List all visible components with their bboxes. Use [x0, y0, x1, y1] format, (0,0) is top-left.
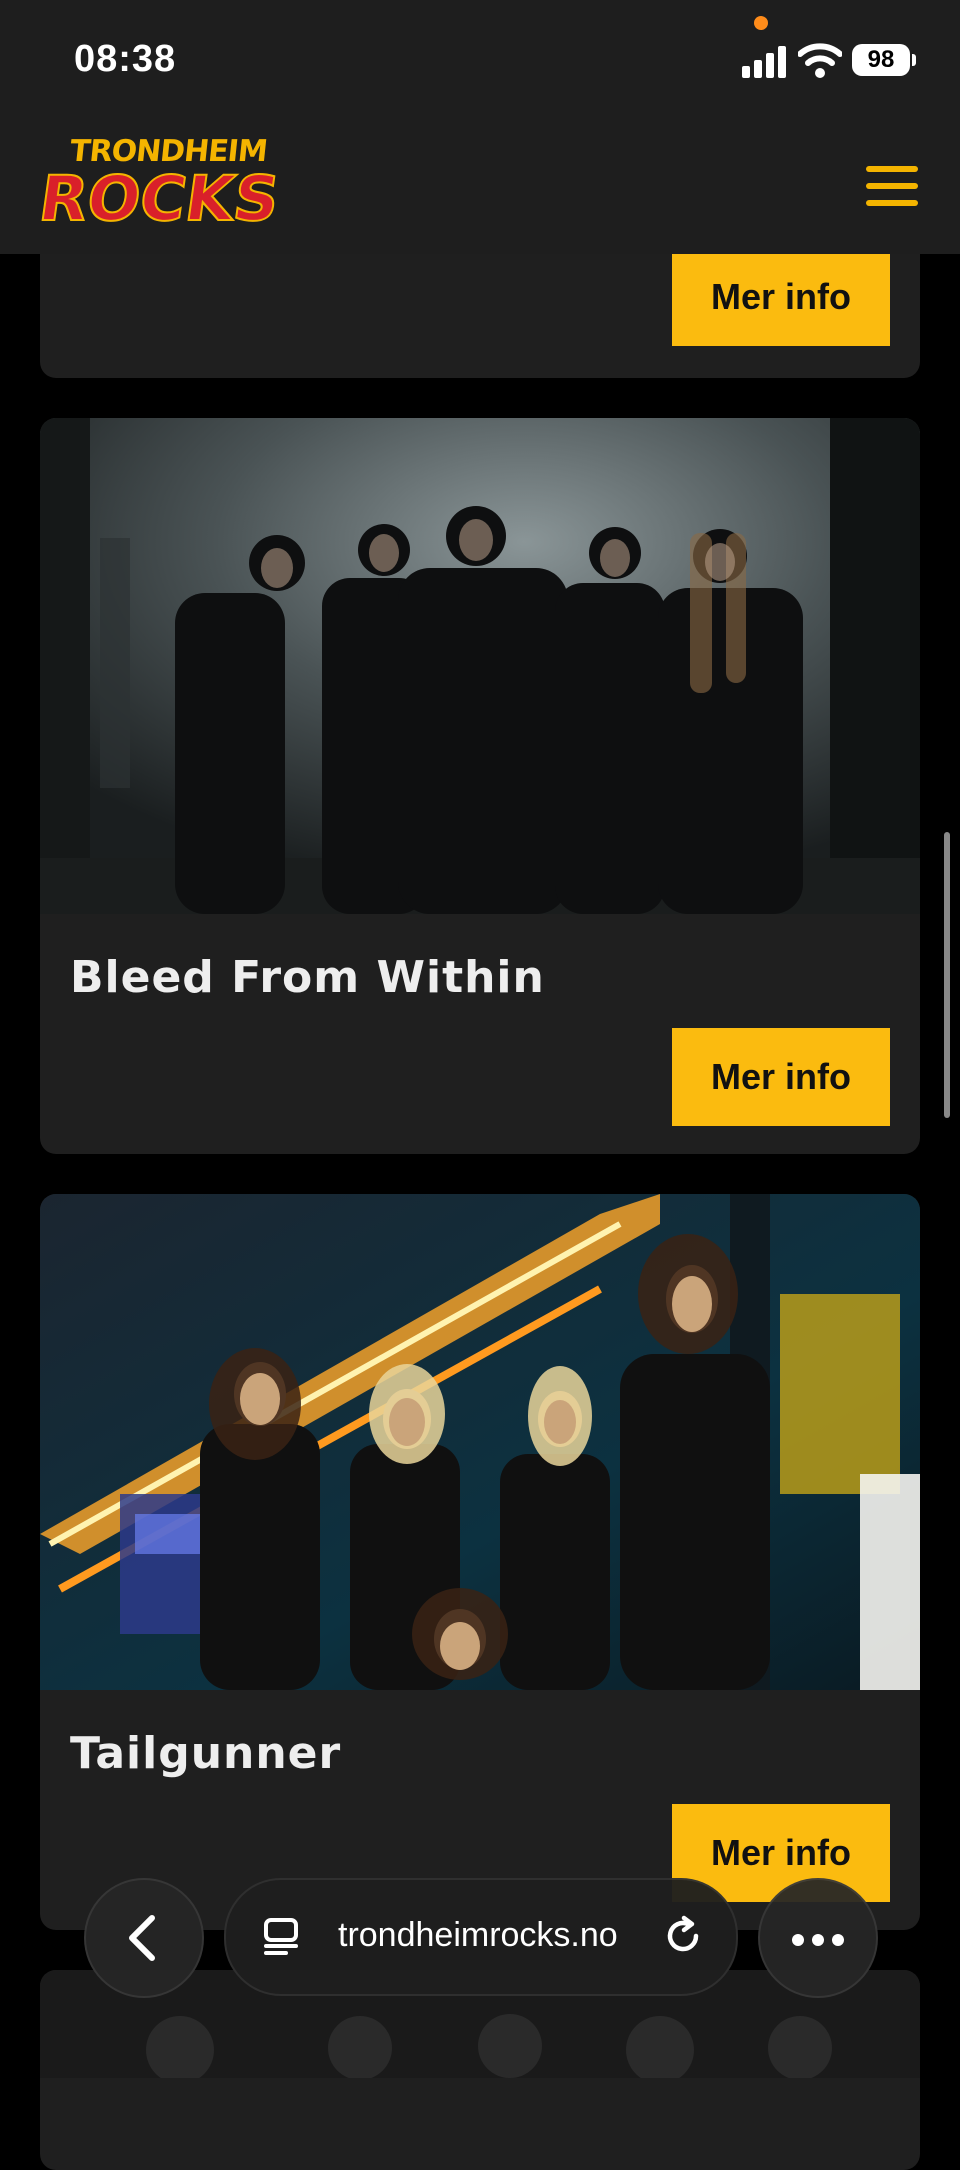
site-header: 08:38 98 TRONDHEIM ROCKS — [0, 0, 960, 254]
band-photo[interactable] — [40, 418, 920, 914]
battery-nub — [912, 54, 916, 66]
logo-text-main: ROCKS — [34, 161, 285, 236]
signal-icon — [742, 44, 788, 78]
privacy-indicator — [754, 16, 768, 30]
address-bar[interactable]: trondheimrocks.no — [224, 1878, 738, 1996]
hamburger-menu-icon[interactable] — [866, 166, 918, 206]
event-title[interactable]: Tailgunner — [70, 1728, 341, 1779]
event-title[interactable]: Bleed From Within — [70, 952, 545, 1003]
event-card: Bleed From Within Mer info — [40, 418, 920, 1154]
more-info-button[interactable]: Mer info — [672, 248, 890, 346]
site-logo[interactable]: TRONDHEIM ROCKS — [34, 134, 285, 236]
event-card: Tailgunner Mer info — [40, 1194, 920, 1930]
battery-icon: 98 — [852, 44, 910, 76]
more-info-button[interactable]: Mer info — [672, 1028, 890, 1126]
url-text[interactable]: trondheimrocks.no — [338, 1916, 618, 1955]
band-photo[interactable] — [40, 1194, 920, 1690]
tabs-icon[interactable] — [262, 1916, 302, 1956]
scrollbar[interactable] — [944, 832, 950, 1118]
event-card — [40, 1970, 920, 2170]
wifi-icon — [798, 43, 842, 78]
back-arrow-icon — [129, 1915, 155, 1961]
more-icon[interactable] — [758, 1878, 878, 1998]
back-button[interactable] — [84, 1878, 204, 1998]
status-time: 08:38 — [74, 38, 177, 80]
reload-icon[interactable] — [662, 1914, 706, 1958]
